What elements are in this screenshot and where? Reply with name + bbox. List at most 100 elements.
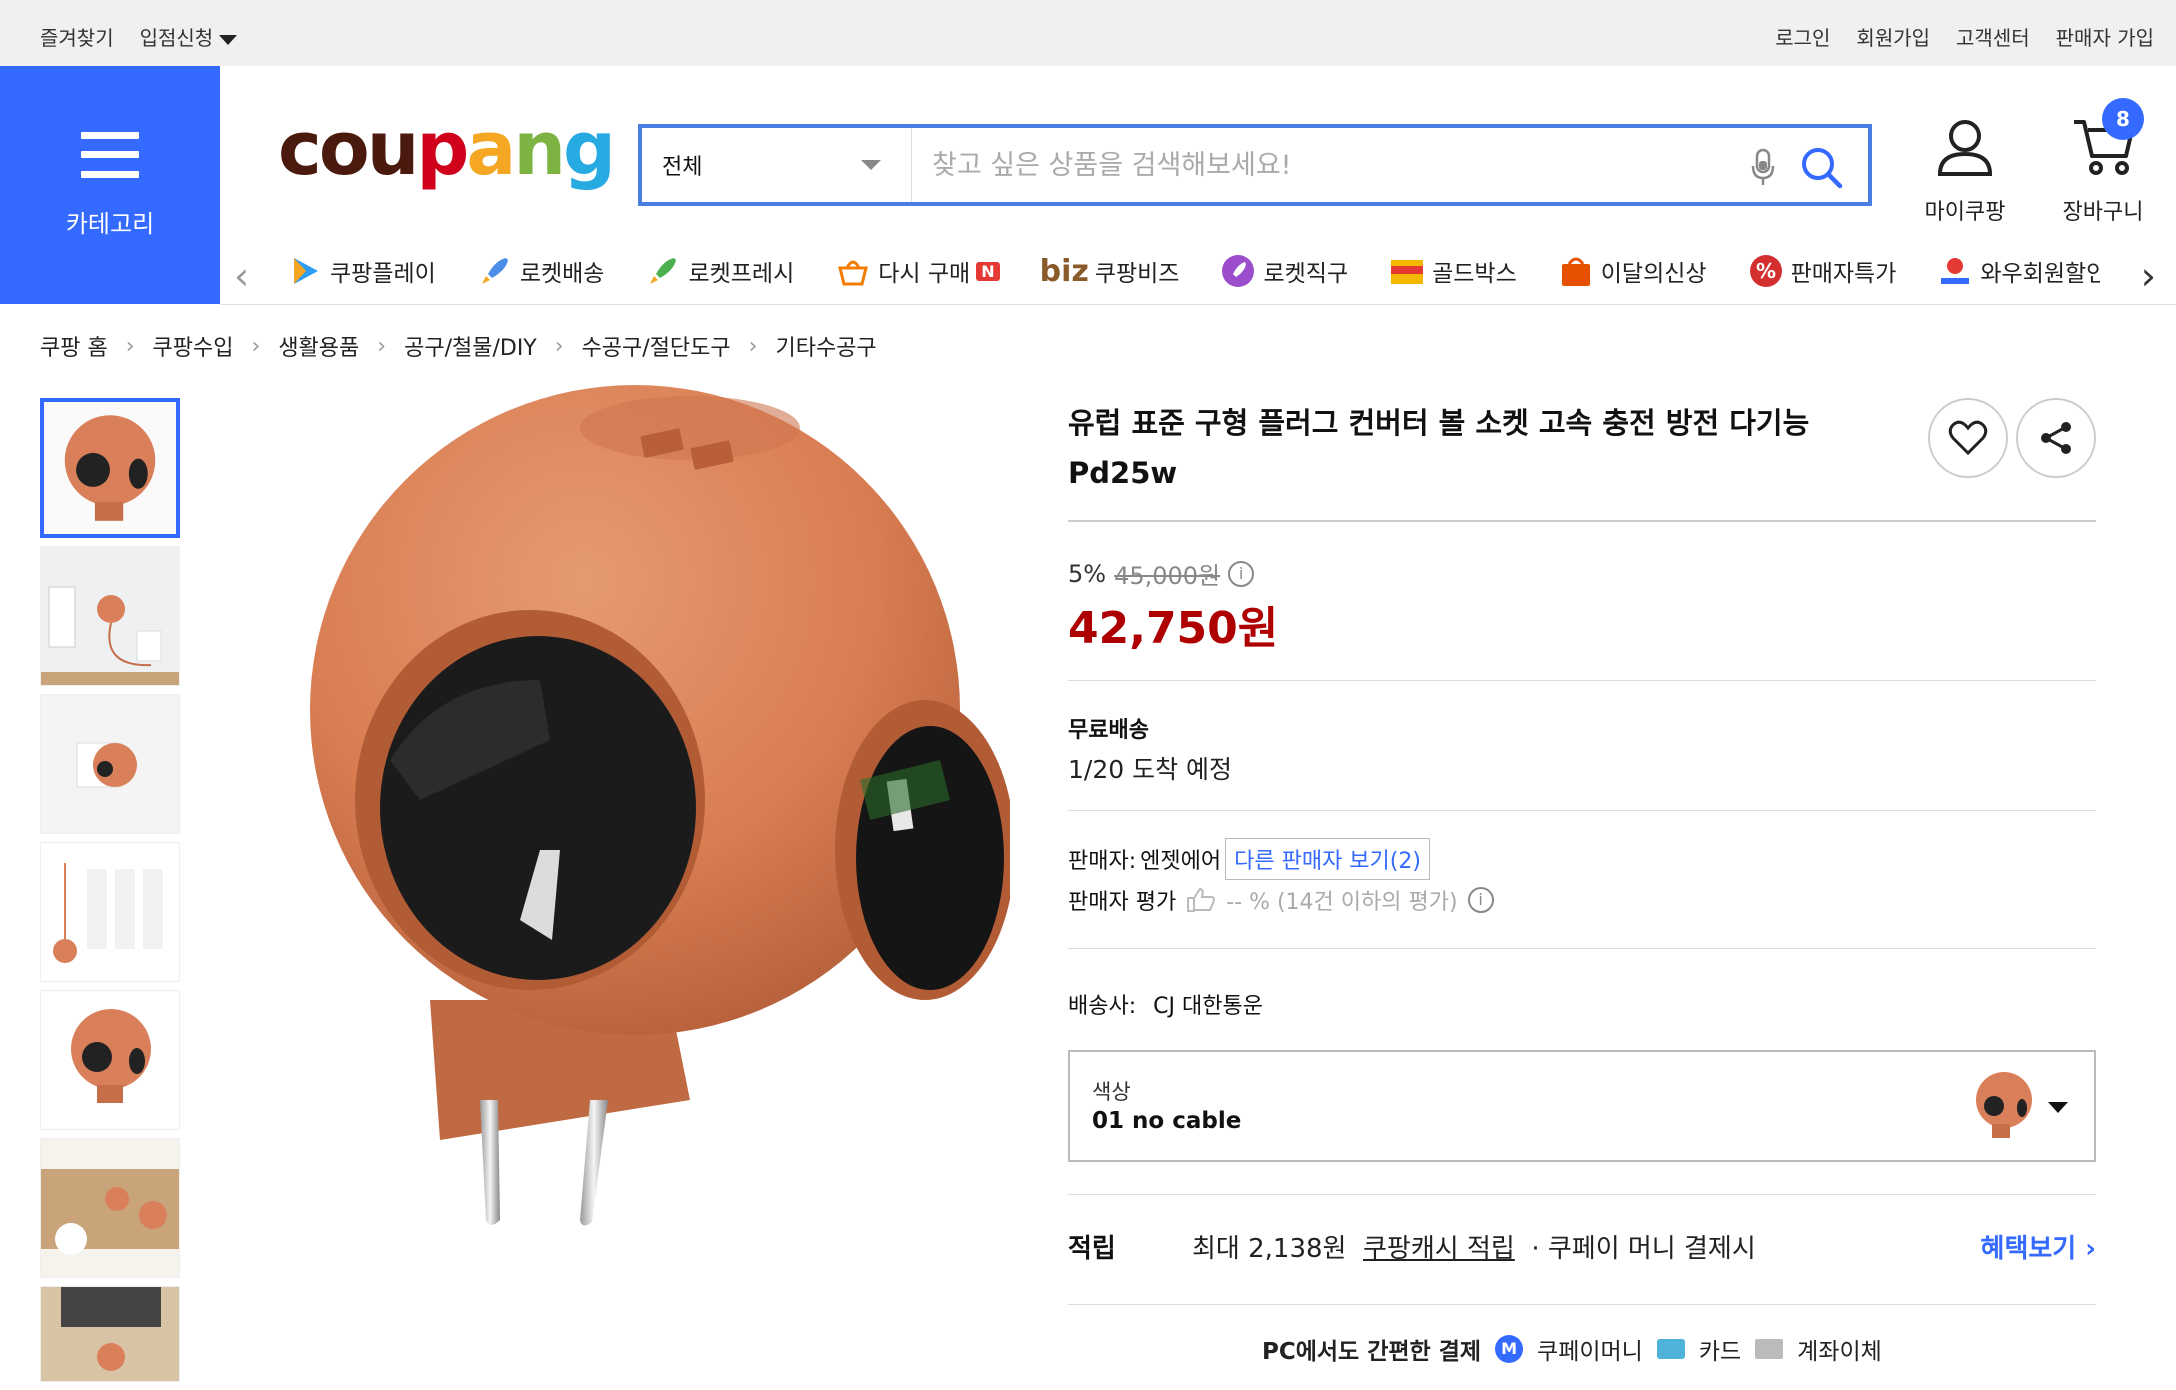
shortcut-new-arrivals[interactable]: 이달의신상 bbox=[1557, 252, 1707, 290]
seller-signup-link[interactable]: 판매자 가입 bbox=[2056, 22, 2154, 51]
chevron-right-icon: › bbox=[748, 333, 758, 359]
logo-part: n bbox=[513, 106, 566, 192]
product-thumbnail[interactable] bbox=[40, 546, 180, 686]
product-thumbnail[interactable] bbox=[40, 1286, 180, 1382]
divider bbox=[1068, 680, 2096, 681]
option-label: 색상 bbox=[1092, 1080, 1131, 1104]
category-button[interactable]: 카테고리 bbox=[0, 66, 220, 304]
svg-text:%: % bbox=[1756, 259, 1776, 283]
store-apply-menu[interactable]: 입점신청 bbox=[140, 22, 238, 51]
my-coupang-label: 마이쿠팡 bbox=[1924, 200, 2006, 225]
thumbs-up-icon bbox=[1187, 887, 1215, 912]
product-thumbnail[interactable] bbox=[40, 842, 180, 982]
seller-label: 판매자: bbox=[1068, 849, 1137, 874]
shortcut-coupang-play[interactable]: 쿠팡플레이 bbox=[286, 252, 436, 290]
product-main-image bbox=[310, 385, 1010, 1226]
rocket-icon bbox=[481, 258, 508, 284]
info-icon[interactable]: i bbox=[1228, 560, 1255, 587]
shortcut-coupang-biz[interactable]: biz 쿠팡비즈 bbox=[1040, 252, 1180, 290]
seller-rating-row: 판매자 평가 -- % (14건 이하의 평가) i bbox=[1068, 884, 1494, 916]
sale-price: 42,750원 bbox=[1068, 603, 1279, 654]
chevron-right-icon[interactable]: › bbox=[2141, 254, 2156, 298]
cart-count-badge: 8 bbox=[2102, 98, 2144, 140]
microphone-icon[interactable] bbox=[1750, 148, 1776, 188]
shortcut-label: 이달의신상 bbox=[1600, 261, 1707, 287]
wishlist-button[interactable] bbox=[1928, 398, 2008, 478]
color-option-select[interactable]: 색상 01 no cable bbox=[1068, 1050, 2096, 1162]
seller-rating-label: 판매자 평가 bbox=[1068, 890, 1177, 915]
payment-bank-transfer: 계좌이체 bbox=[1797, 1339, 1882, 1365]
coupang-cash-link[interactable]: 쿠팡캐시 적립 bbox=[1363, 1234, 1515, 1264]
cart-button[interactable]: 8 장바구니 bbox=[2048, 98, 2158, 226]
shortcut-rocket-fresh[interactable]: 로켓프레시 bbox=[644, 252, 794, 290]
product-thumbnail[interactable] bbox=[40, 398, 180, 538]
signup-link[interactable]: 회원가입 bbox=[1856, 22, 1930, 51]
breadcrumb-item[interactable]: 쿠팡수입 bbox=[153, 330, 234, 362]
bookmark-link[interactable]: 즐겨찾기 bbox=[40, 22, 114, 51]
carrier-row: 배송사: CJ 대한통운 bbox=[1068, 988, 1263, 1020]
shortcut-wow-discount[interactable]: 와우회원할인 bbox=[1936, 252, 2100, 290]
wow-icon bbox=[1941, 258, 1970, 284]
payment-coupay-money: 쿠페이머니 bbox=[1537, 1339, 1643, 1365]
breadcrumb-item[interactable]: 공구/철물/DIY bbox=[404, 330, 537, 362]
seller-deal-icon: % bbox=[1749, 255, 1782, 287]
search-scope-select[interactable]: 전체 bbox=[642, 128, 912, 202]
other-sellers-button[interactable]: 다른 판매자 보기(2) bbox=[1225, 838, 1430, 880]
info-icon[interactable]: i bbox=[1467, 887, 1494, 913]
login-link[interactable]: 로그인 bbox=[1775, 22, 1830, 51]
benefits-link[interactable]: 혜택보기 › bbox=[1981, 1228, 2096, 1265]
breadcrumb-item[interactable]: 기타수공구 bbox=[775, 330, 876, 362]
thumbnail-list bbox=[40, 398, 180, 1390]
shortcut-label: 로켓직구 bbox=[1263, 261, 1349, 287]
shortcut-label: 다시 구매 bbox=[878, 261, 971, 287]
search-bar: 전체 bbox=[638, 124, 1872, 206]
logo-part: a bbox=[466, 106, 516, 192]
carrier-name: CJ 대한통운 bbox=[1153, 994, 1263, 1019]
breadcrumb-item[interactable]: 수공구/절단도구 bbox=[582, 330, 731, 362]
reward-text: 최대 2,138원 쿠팡캐시 적립 · 쿠페이 머니 결제시 bbox=[1192, 1228, 1756, 1265]
product-thumbnail[interactable] bbox=[40, 990, 180, 1130]
breadcrumb-item[interactable]: 생활용품 bbox=[278, 330, 359, 362]
option-thumbnail bbox=[1976, 1072, 2032, 1138]
product-thumbnail[interactable] bbox=[40, 694, 180, 834]
arrival-date: 1/20 도착 예정 bbox=[1068, 755, 1233, 784]
divider bbox=[1068, 520, 2096, 522]
seller-row: 판매자: 엔젯에어 다른 판매자 보기(2) bbox=[1068, 838, 1430, 880]
shortcut-nav: ‹ 쿠팡플레이 로켓배송 로켓프레시 다시 구매 N biz 쿠팡비즈 로켓직구 bbox=[220, 244, 2176, 304]
breadcrumb-item[interactable]: 쿠팡 홈 bbox=[40, 330, 108, 362]
share-icon bbox=[2041, 422, 2071, 454]
share-button[interactable] bbox=[2016, 398, 2096, 478]
search-icon[interactable] bbox=[1800, 146, 1844, 190]
shortcut-rocket-delivery[interactable]: 로켓배송 bbox=[476, 252, 605, 290]
coupang-logo[interactable]: coupang bbox=[278, 112, 616, 186]
divider bbox=[1068, 810, 2096, 811]
payment-card: 카드 bbox=[1698, 1339, 1742, 1365]
search-scope-value: 전체 bbox=[662, 155, 703, 180]
my-coupang-button[interactable]: 마이쿠팡 bbox=[1910, 116, 2020, 226]
carrier-label: 배송사: bbox=[1068, 994, 1137, 1019]
user-icon bbox=[1937, 120, 1993, 176]
shortcut-label: 로켓배송 bbox=[519, 261, 605, 287]
reward-max: 최대 2,138원 bbox=[1192, 1234, 1347, 1264]
chevron-left-icon[interactable]: ‹ bbox=[234, 254, 249, 298]
shortcut-goldbox[interactable]: 골드박스 bbox=[1388, 252, 1517, 290]
breadcrumb: 쿠팡 홈 › 쿠팡수입 › 생활용품 › 공구/철물/DIY › 수공구/절단도구 › 기… bbox=[40, 330, 877, 362]
chevron-right-icon: › bbox=[554, 333, 564, 359]
payment-title: PC에서도 간편한 결제 bbox=[1262, 1339, 1482, 1365]
shortcut-rebuy[interactable]: 다시 구매 N bbox=[834, 252, 1000, 290]
category-label: 카테고리 bbox=[65, 209, 155, 238]
shortcut-seller-deal[interactable]: % 판매자특가 bbox=[1747, 252, 1896, 290]
hamburger-icon bbox=[81, 131, 139, 178]
customer-center-link[interactable]: 고객센터 bbox=[1956, 22, 2030, 51]
shortcut-rocket-direct[interactable]: 로켓직구 bbox=[1219, 252, 1348, 290]
shipping-type: 무료배송 bbox=[1068, 718, 1149, 743]
shortcut-label: 와우회원할인 bbox=[1980, 261, 2101, 287]
logo-part: g bbox=[563, 106, 616, 192]
caret-down-icon bbox=[861, 160, 881, 170]
shortcut-label: 골드박스 bbox=[1432, 261, 1517, 287]
product-thumbnail[interactable] bbox=[40, 1138, 180, 1278]
store-apply-label: 입점신청 bbox=[139, 26, 214, 50]
search-input[interactable] bbox=[912, 128, 1868, 202]
rebuy-icon bbox=[838, 260, 869, 286]
seller-name[interactable]: 엔젯에어 bbox=[1140, 843, 1221, 875]
